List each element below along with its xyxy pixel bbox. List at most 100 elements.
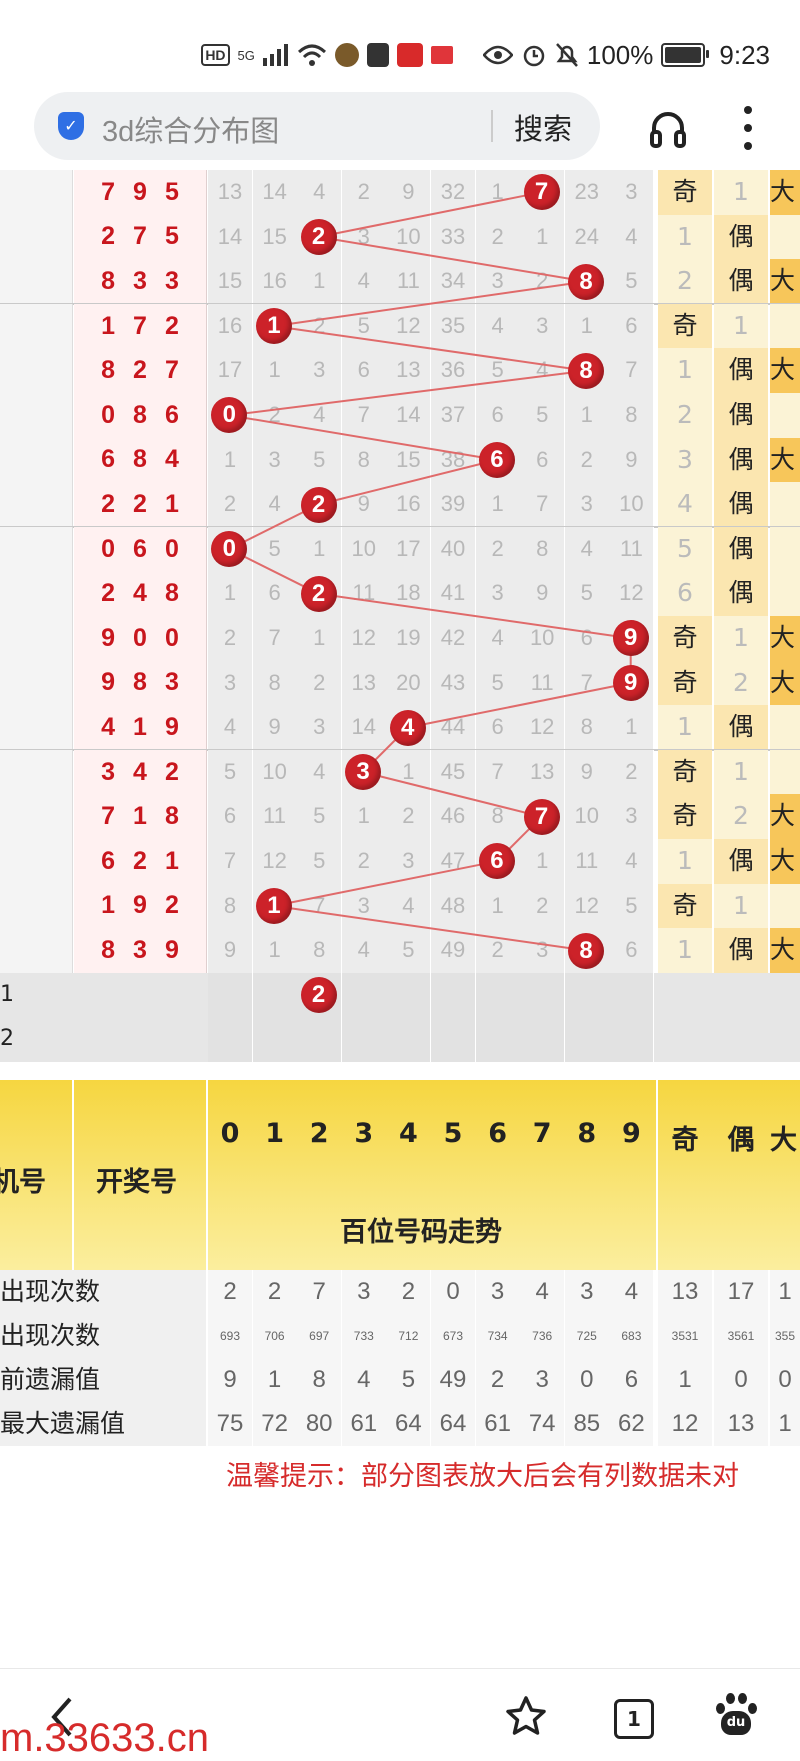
forecast-cell — [564, 1017, 610, 1062]
number-digit: 9 — [133, 891, 147, 920]
trend-ball: 9 — [612, 620, 649, 657]
miss-cell: 7 — [520, 482, 566, 527]
number-digit: 9 — [133, 177, 147, 206]
header-digit: 9 — [621, 1118, 641, 1149]
baidu-paw-icon[interactable]: du — [714, 1693, 758, 1737]
number-digit: 2 — [133, 846, 147, 875]
miss-cell: 16 — [252, 259, 298, 304]
stats-odd: 13 — [658, 1270, 712, 1314]
winning-number: 839 — [74, 928, 207, 973]
miss-cell: 14 — [252, 170, 298, 215]
miss-cell: 12 — [341, 616, 387, 661]
section-title: 百位号码走势 — [340, 1217, 502, 1248]
miss-cell: 8 — [341, 437, 387, 483]
address-bar[interactable]: ✓ 3d综合分布图 搜索 — [34, 92, 600, 160]
header-issue-label: 机号 — [0, 1167, 46, 1198]
odd-cell: 奇 — [658, 794, 712, 839]
miss-cell: 9 — [386, 170, 432, 215]
stats-value: 64 — [431, 1402, 475, 1446]
forecast-cell — [520, 972, 566, 1018]
issue-cell — [0, 526, 73, 572]
issue-cell — [0, 705, 73, 750]
stats-value: 74 — [520, 1402, 565, 1446]
winning-number: 795 — [74, 170, 207, 215]
odd-cell: 1 — [658, 214, 712, 260]
winning-number: 192 — [74, 883, 207, 929]
miss-cell: 1 — [475, 883, 521, 929]
address-text[interactable]: 3d综合分布图 — [102, 108, 279, 150]
stats-big: 355 — [770, 1314, 800, 1358]
forecast-cell — [564, 972, 610, 1018]
number-digit: 0 — [101, 534, 116, 563]
miss-cell: 4 — [341, 259, 387, 304]
big-cell: 大 — [770, 616, 800, 661]
header-big: 大 — [770, 1125, 797, 1156]
headphones-icon[interactable] — [648, 108, 688, 148]
number-digit: 3 — [164, 668, 179, 697]
miss-cell: 38 — [431, 437, 476, 483]
forecast-cell — [475, 972, 521, 1018]
even-cell: 1 — [714, 749, 768, 795]
number-digit: 8 — [133, 668, 147, 697]
number-digit: 3 — [164, 266, 179, 295]
tabs-button[interactable]: 1 — [614, 1699, 654, 1739]
trend-ball: 7 — [523, 798, 560, 835]
miss-cell: 10 — [252, 749, 298, 795]
number-digit: 8 — [101, 356, 116, 385]
even-cell: 1 — [714, 883, 768, 929]
issue-cell — [0, 571, 73, 616]
miss-cell: 5 — [609, 883, 655, 929]
miss-cell: 2 — [297, 303, 343, 349]
star-icon[interactable] — [504, 1695, 548, 1737]
header-even: 偶 — [727, 1125, 755, 1156]
miss-cell: 17 — [208, 348, 253, 393]
even-cell: 1 — [714, 170, 768, 215]
even-cell: 1 — [714, 616, 768, 661]
forecast-cell — [297, 1017, 343, 1062]
header-digit: 8 — [577, 1118, 597, 1149]
miss-cell: 5 — [609, 259, 655, 304]
draw-row: 1 7 2 16 2 5 12 35 4 3 1 6 奇 1 — [0, 303, 800, 349]
stats-value: 725 — [564, 1314, 609, 1358]
draw-row: 7 9 5 13 14 4 2 9 32 1 23 3 奇 1 大 — [0, 170, 800, 215]
forecast-cell — [520, 1017, 566, 1062]
number-digit: 4 — [101, 712, 116, 741]
miss-cell: 6 — [564, 616, 610, 661]
winning-number: 172 — [74, 303, 207, 349]
number-digit: 2 — [164, 311, 179, 340]
trend-ball: 2 — [300, 218, 337, 255]
more-menu-icon[interactable] — [744, 106, 752, 150]
forecast-cell — [341, 972, 387, 1018]
issue-cell — [0, 303, 73, 349]
draw-row: 6 8 4 1 3 5 8 15 38 6 2 9 3 偶大 — [0, 437, 800, 483]
number-digit: 2 — [164, 891, 179, 920]
big-cell — [770, 214, 800, 260]
even-cell: 偶 — [714, 437, 768, 483]
forecast-cell — [431, 972, 476, 1018]
issue-cell — [0, 883, 73, 929]
miss-cell: 4 — [208, 705, 253, 750]
header-digit: 3 — [354, 1118, 374, 1149]
even-cell: 偶 — [714, 393, 768, 438]
miss-cell: 8 — [564, 705, 610, 750]
stats-value: 3 — [475, 1270, 520, 1314]
miss-cell: 20 — [386, 660, 432, 706]
miss-cell: 12 — [252, 839, 298, 884]
number-digit: 2 — [101, 222, 116, 251]
miss-cell: 48 — [431, 883, 476, 929]
forecast-ball[interactable]: 2 — [300, 977, 337, 1014]
issue-cell — [0, 259, 73, 304]
miss-cell: 9 — [520, 571, 566, 616]
miss-cell: 6 — [341, 348, 387, 393]
forecast-cell — [208, 972, 253, 1018]
stats-big: 0 — [770, 1358, 800, 1402]
book-icon — [430, 46, 453, 64]
stats-value: 2 — [475, 1358, 520, 1402]
miss-cell: 35 — [431, 303, 476, 349]
header-number-label: 开奖号 — [96, 1167, 177, 1198]
odd-cell: 5 — [658, 526, 712, 572]
number-digit: 3 — [133, 935, 147, 964]
miss-cell: 5 — [475, 660, 521, 706]
search-button[interactable]: 搜索 — [514, 106, 572, 148]
miss-cell: 10 — [341, 526, 387, 572]
